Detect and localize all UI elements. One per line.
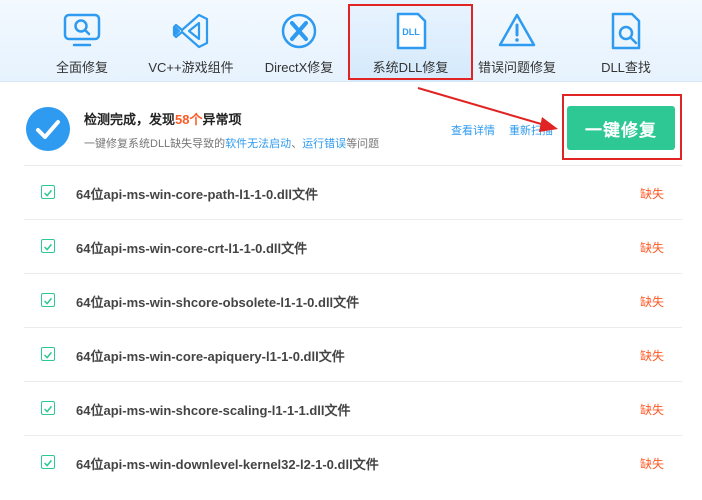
- tool-dll-search[interactable]: DLL查找: [571, 0, 681, 82]
- status-badge: 缺失: [639, 457, 664, 471]
- checkbox[interactable]: [41, 401, 55, 415]
- one-click-fix-button[interactable]: 一键修复: [567, 106, 675, 150]
- checkbox[interactable]: [41, 455, 55, 469]
- annotation-arrow: [417, 87, 558, 132]
- dll-name: 64位api-ms-win-downlevel-kernel32-l2-1-0.…: [76, 457, 379, 472]
- issue-count: 58个: [175, 112, 203, 127]
- tool-label: VC++游戏组件: [148, 60, 234, 75]
- dll-name: 64位api-ms-win-core-path-l1-1-0.dll文件: [76, 187, 318, 202]
- tool-vc-components[interactable]: VC++游戏组件: [136, 0, 246, 82]
- checkbox[interactable]: [41, 293, 55, 307]
- list-item: 64位api-ms-win-core-path-l1-1-0.dll文件 缺失: [24, 165, 682, 219]
- scan-result-title: 检测完成，发现58个异常项: [84, 112, 242, 127]
- list-item: 64位api-ms-win-shcore-scaling-l1-1-1.dll文…: [24, 381, 682, 435]
- list-item: 64位api-ms-win-shcore-obsolete-l1-1-0.dll…: [24, 273, 682, 327]
- status-badge: 缺失: [639, 295, 664, 309]
- tool-label: 全面修复: [55, 60, 108, 75]
- tool-full-repair[interactable]: 全面修复: [27, 0, 137, 82]
- tool-directx-repair[interactable]: DirectX修复: [244, 0, 354, 82]
- scan-complete-icon: [26, 107, 70, 151]
- tool-error-repair[interactable]: 错误问题修复: [462, 0, 572, 82]
- tool-label: DirectX修复: [264, 60, 334, 75]
- warning-triangle-icon: [498, 13, 536, 47]
- list-item: 64位api-ms-win-downlevel-kernel32-l2-1-0.…: [24, 435, 682, 489]
- checkbox[interactable]: [41, 347, 55, 361]
- dll-name: 64位api-ms-win-shcore-obsolete-l1-1-0.dll…: [76, 295, 360, 310]
- visual-studio-icon: [172, 13, 209, 49]
- file-search-icon: [611, 12, 641, 50]
- tool-system-dll-repair[interactable]: DLL 系统DLL修复: [350, 0, 471, 82]
- dll-name: 64位api-ms-win-core-crt-l1-1-0.dll文件: [76, 241, 308, 256]
- toolbar: 全面修复 VC++游戏组件 DirectX修复 DLL 系统DLL修复 错误问题…: [0, 0, 702, 82]
- tool-label: DLL查找: [601, 60, 651, 75]
- svg-text:DLL: DLL: [402, 27, 420, 37]
- dll-name: 64位api-ms-win-core-apiquery-l1-1-0.dll文件: [76, 349, 345, 364]
- status-badge: 缺失: [639, 241, 664, 255]
- tool-label: 系统DLL修复: [372, 60, 449, 75]
- status-badge: 缺失: [639, 349, 664, 363]
- list-item: 64位api-ms-win-core-crt-l1-1-0.dll文件 缺失: [24, 219, 682, 273]
- status-badge: 缺失: [639, 403, 664, 417]
- scan-result-description: 一键修复系统DLL缺失导致的软件无法启动、运行错误等问题: [84, 138, 380, 150]
- checkbox[interactable]: [41, 239, 55, 253]
- dll-issue-list: 64位api-ms-win-core-path-l1-1-0.dll文件 缺失 …: [24, 165, 682, 489]
- dll-file-icon: DLL: [396, 12, 426, 50]
- tool-label: 错误问题修复: [477, 60, 556, 75]
- status-badge: 缺失: [639, 187, 664, 201]
- dll-name: 64位api-ms-win-shcore-scaling-l1-1-1.dll文…: [76, 403, 351, 418]
- list-item: 64位api-ms-win-core-apiquery-l1-1-0.dll文件…: [24, 327, 682, 381]
- checkbox[interactable]: [41, 185, 55, 199]
- directx-icon: [281, 13, 317, 49]
- monitor-search-icon: [63, 13, 101, 47]
